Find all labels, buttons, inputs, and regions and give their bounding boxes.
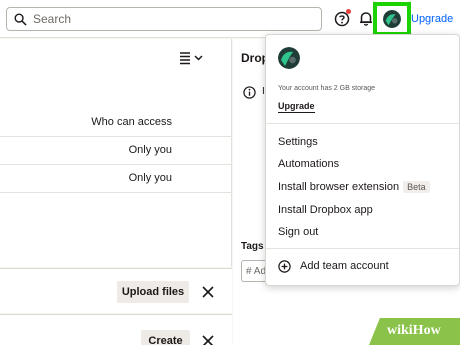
account-avatar-button[interactable] [373, 2, 411, 36]
avatar [383, 10, 401, 28]
menu-divider [266, 123, 459, 124]
menu-item-sign-out[interactable]: Sign out [278, 226, 318, 238]
menu-item-install-dropbox-app[interactable]: Install Dropbox app [278, 204, 373, 216]
search-icon [14, 13, 27, 26]
list-view-icon[interactable] [180, 51, 204, 65]
bell-icon[interactable] [358, 10, 374, 27]
tags-label: Tags [241, 241, 264, 252]
menu-divider [266, 248, 459, 249]
access-cell: Only you [128, 144, 172, 156]
info-icon [243, 86, 256, 99]
search-input[interactable] [33, 11, 313, 27]
notification-dot [346, 9, 351, 14]
menu-upgrade-link[interactable]: Upgrade [278, 101, 315, 113]
top-bar: Upgrade [0, 0, 460, 38]
access-cell: Only you [128, 172, 172, 184]
menu-item-settings[interactable]: Settings [278, 136, 318, 148]
upload-files-button[interactable]: Upload files [117, 281, 189, 303]
plus-circle-icon [278, 260, 291, 273]
column-header-who-can-access[interactable]: Who can access [91, 116, 172, 128]
beta-badge: Beta [403, 181, 430, 193]
wikihow-watermark: wikiHow [369, 318, 460, 345]
storage-text: Your account has 2 GB storage [278, 85, 376, 92]
create-button[interactable]: Create [141, 330, 190, 345]
table-row[interactable]: Only you [0, 137, 232, 165]
account-menu: Your account has 2 GB storage Upgrade Se… [265, 34, 460, 286]
file-list-pane: Who can access Only you Only you [0, 39, 232, 267]
watermark-text: wikiHow [387, 323, 441, 338]
create-panel: Create [0, 314, 232, 345]
search-box[interactable] [6, 7, 322, 31]
table-row[interactable]: Only you [0, 165, 232, 193]
menu-item-install-browser-extension[interactable]: Install browser extension Beta [278, 181, 430, 193]
close-icon[interactable] [202, 286, 214, 298]
upgrade-link[interactable]: Upgrade [411, 13, 453, 25]
avatar [278, 47, 300, 69]
upload-panel: Upload files [0, 268, 232, 313]
menu-item-automations[interactable]: Automations [278, 158, 339, 170]
close-icon[interactable] [202, 335, 214, 345]
table-header-row: Who can access [0, 109, 232, 137]
menu-item-label: Install browser extension [278, 181, 400, 193]
add-team-account-label: Add team account [300, 260, 389, 272]
